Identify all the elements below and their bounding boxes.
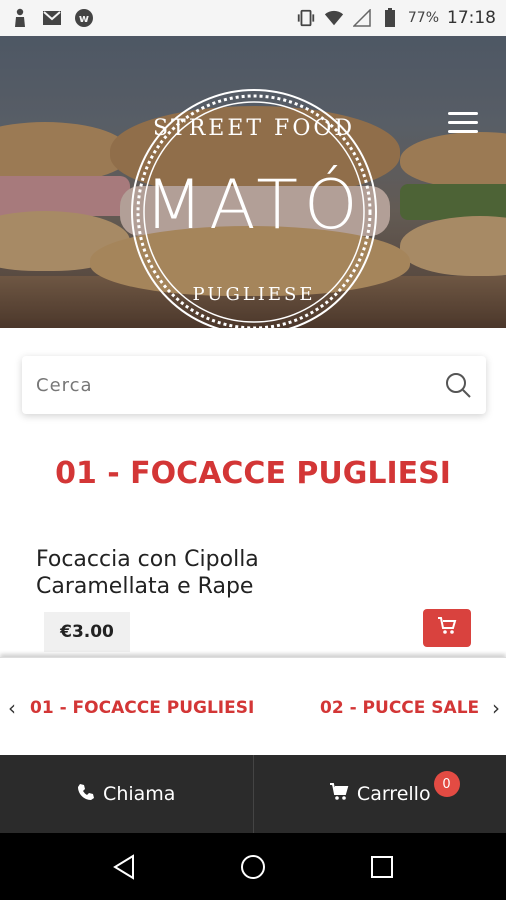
- hero-banner: STREET FOOD MATÓ PUGLIESE: [0, 36, 506, 328]
- logo-title: MATÓ: [144, 166, 364, 245]
- search-box: [22, 356, 486, 414]
- home-icon[interactable]: [235, 849, 271, 885]
- gmail-icon: [42, 8, 62, 28]
- wifi-icon: [324, 8, 344, 28]
- clock: 17:18: [447, 8, 496, 28]
- category-title: 01 - FOCACCE PUGLIESI: [55, 456, 451, 491]
- status-bar: w 77% 17:18: [0, 0, 506, 36]
- cart-count-badge: 0: [433, 771, 460, 797]
- bottom-action-bar: Chiama Carrello 0: [0, 755, 506, 833]
- back-icon[interactable]: [106, 849, 142, 885]
- product-name[interactable]: Focaccia con Cipolla Caramellata e Rape: [36, 546, 416, 600]
- category-tab-1[interactable]: 01 - FOCACCE PUGLIESI: [30, 698, 254, 718]
- battery-percent: 77%: [407, 10, 439, 26]
- call-button[interactable]: Chiama: [0, 755, 253, 833]
- menu-icon[interactable]: [448, 112, 478, 134]
- mato-logo[interactable]: STREET FOOD MATÓ PUGLIESE: [130, 88, 378, 328]
- svg-text:w: w: [79, 12, 89, 25]
- product-name-line2: Caramellata e Rape: [36, 574, 254, 599]
- person-icon: [10, 8, 30, 28]
- cart-icon: [437, 617, 457, 639]
- category-nav: ‹ 01 - FOCACCE PUGLIESI 02 - PUCCE SALE …: [0, 657, 506, 755]
- cart-button[interactable]: Carrello 0: [254, 755, 506, 833]
- phone-icon: [77, 783, 95, 806]
- product-price: €3.00: [44, 612, 130, 652]
- signal-icon: [352, 8, 372, 28]
- chevron-left-icon[interactable]: ‹: [8, 696, 16, 720]
- search-input[interactable]: [36, 374, 444, 396]
- cart-icon: [329, 782, 349, 806]
- cart-label: Carrello: [356, 783, 431, 805]
- android-nav-bar: [0, 833, 506, 900]
- product-name-line1: Focaccia con Cipolla: [36, 547, 259, 572]
- recents-icon[interactable]: [364, 849, 400, 885]
- logo-tagline-bottom: PUGLIESE: [192, 284, 316, 305]
- app-w-icon: w: [74, 8, 94, 28]
- category-tab-2[interactable]: 02 - PUCCE SALE: [320, 698, 479, 718]
- call-label: Chiama: [103, 783, 176, 805]
- search-icon[interactable]: [444, 371, 472, 399]
- vibrate-icon: [296, 8, 316, 28]
- battery-icon: [380, 8, 400, 28]
- logo-tagline-top: STREET FOOD: [152, 116, 356, 141]
- chevron-right-icon[interactable]: ›: [488, 696, 500, 720]
- add-to-cart-button[interactable]: [423, 609, 471, 647]
